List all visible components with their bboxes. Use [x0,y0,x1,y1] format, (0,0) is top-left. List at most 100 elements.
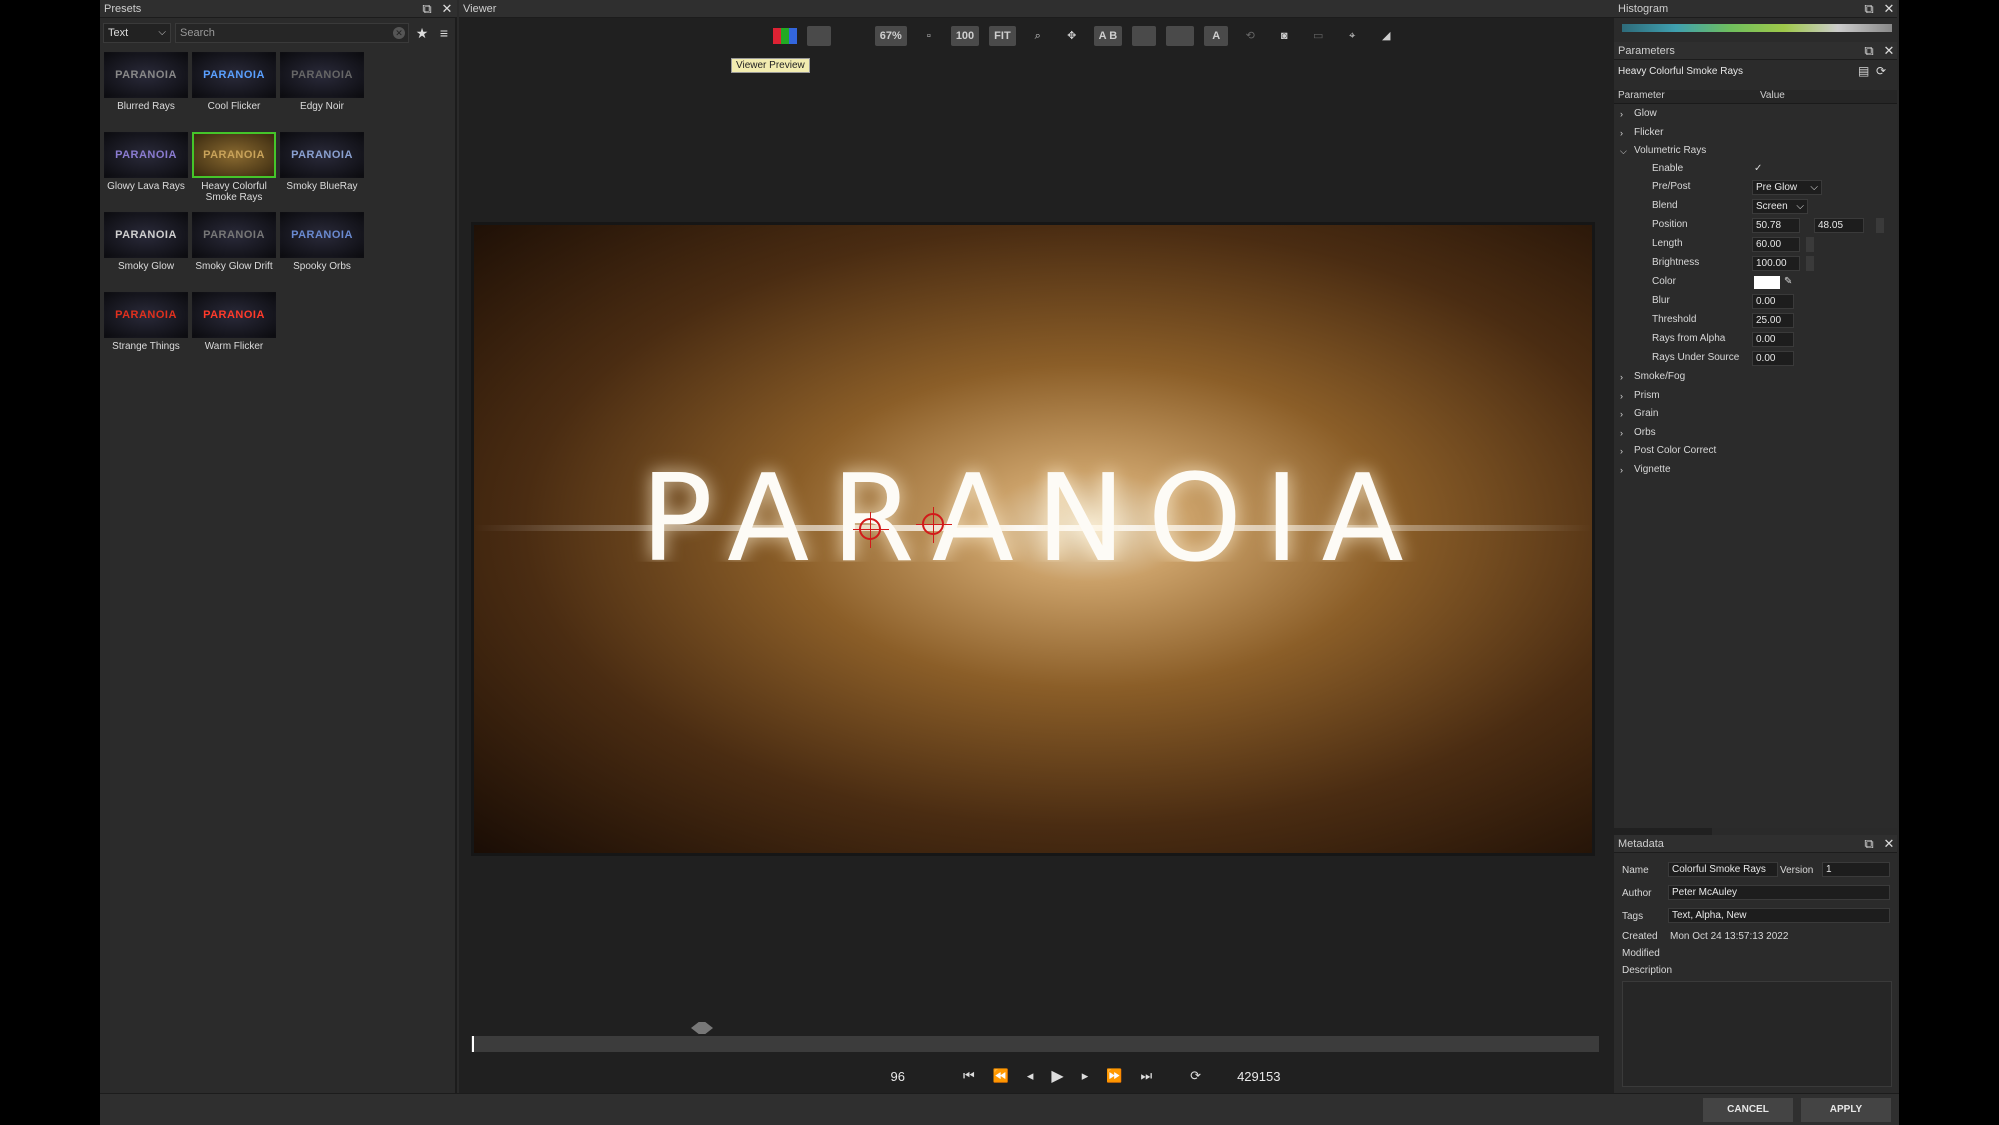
document-icon[interactable]: ▤ [1858,64,1869,78]
rgb-channels-icon[interactable] [772,28,797,44]
threshold-input[interactable]: 25.00 [1752,313,1794,328]
checkbox-checked-icon[interactable]: ✓ [1754,160,1762,178]
timeline-scrubber[interactable] [471,1036,1599,1052]
param-group[interactable]: › Vignette [1614,461,1897,479]
scrub-handle[interactable] [691,1022,713,1034]
param-group[interactable]: ⌵ Volumetric Rays [1614,142,1897,160]
camera-icon[interactable]: ◙ [1272,26,1296,46]
monitor-icon[interactable]: ▭ [1306,26,1330,46]
go-to-end-icon[interactable]: ⏭ [1140,1068,1152,1084]
param-group[interactable]: › Glow [1614,105,1897,123]
float-icon[interactable]: ⧉ [1862,43,1876,59]
menu-icon[interactable]: ≡ [435,23,453,43]
float-icon[interactable]: ⧉ [1862,1,1876,17]
position-x-input[interactable]: 50.78 [1752,218,1800,233]
ray-center-handle-icon[interactable] [916,507,952,543]
step-forward-icon[interactable]: ▸ [1082,1068,1089,1084]
blur-input[interactable]: 0.00 [1752,294,1794,309]
preset-tile[interactable]: PARANOIA Smoky BlueRay [280,132,364,208]
end-frame[interactable]: 429153 [1237,1069,1280,1084]
preview-canvas[interactable]: PARANOIA [471,222,1595,856]
preset-tile[interactable]: PARANOIA Heavy Colorful Smoke Rays [192,132,276,208]
current-frame[interactable]: 96 [891,1069,905,1084]
preset-tile[interactable]: PARANOIA Blurred Rays [104,52,188,128]
preset-tile[interactable]: PARANOIA Warm Flicker [192,292,276,368]
preset-tile[interactable]: PARANOIA Cool Flicker [192,52,276,128]
param-group[interactable]: › Grain [1614,405,1897,423]
chevron-right-icon[interactable]: › [1620,124,1623,142]
chevron-right-icon[interactable]: › [1620,461,1623,479]
chevron-right-icon[interactable]: › [1620,405,1623,423]
preset-tile[interactable]: PARANOIA Smoky Glow Drift [192,212,276,288]
split-view-icon[interactable] [1132,26,1157,46]
param-group[interactable]: › Orbs [1614,424,1897,442]
tags-field[interactable]: Text, Alpha, New [1668,908,1890,923]
chevron-down-icon[interactable]: ⌵ [1620,142,1627,160]
chevron-right-icon[interactable]: › [1620,442,1623,460]
prepost-select[interactable]: Pre Glow ⌵ [1752,180,1822,195]
param-group[interactable]: › Smoke/Fog [1614,368,1897,386]
crosshair-icon[interactable]: ⌖ [1340,26,1364,46]
preset-tile[interactable]: PARANOIA Smoky Glow [104,212,188,288]
zoom-100-button[interactable]: 100 [950,26,980,46]
float-icon[interactable]: ⧉ [420,1,434,17]
clear-search-icon[interactable]: ✕ [393,27,405,39]
magnifier-icon[interactable]: ⌕ [1026,26,1050,46]
chevron-right-icon[interactable]: › [1620,368,1623,386]
position-handle-icon[interactable] [853,512,889,548]
length-input[interactable]: 60.00 [1752,237,1800,252]
version-field[interactable]: 1 [1822,862,1890,877]
loop-mode-icon[interactable]: ⟳ [1190,1068,1201,1084]
zoom-step-icon[interactable]: ▫ [917,26,941,46]
chevron-right-icon[interactable]: › [1620,105,1623,123]
cancel-button[interactable]: CANCEL [1703,1098,1793,1122]
param-group[interactable]: › Prism [1614,387,1897,405]
preset-tile[interactable]: PARANOIA Spooky Orbs [280,212,364,288]
pan-icon[interactable]: ✥ [1060,26,1084,46]
step-back-icon[interactable]: ◂ [1027,1068,1034,1084]
length-keyframe-icon[interactable] [1806,237,1814,252]
close-icon[interactable]: ✕ [440,1,454,17]
close-icon[interactable]: ✕ [1882,43,1896,59]
favorite-star-icon[interactable]: ★ [413,23,431,43]
playhead[interactable] [472,1036,474,1052]
category-select[interactable]: Text ⌵ [103,23,171,43]
color-swatch[interactable] [1754,276,1780,289]
go-to-start-icon[interactable]: ⏮ [963,1068,975,1084]
rays-from-alpha-input[interactable]: 0.00 [1752,332,1794,347]
wipe-icon[interactable] [1166,26,1195,46]
float-icon[interactable]: ⧉ [1862,836,1876,852]
chevron-right-icon[interactable]: › [1620,387,1623,405]
close-icon[interactable]: ✕ [1882,1,1896,17]
zoom-value[interactable]: 67% [874,26,907,46]
play-icon[interactable]: ▶ [1051,1066,1063,1086]
ab-compare-button[interactable]: A B [1093,26,1123,46]
histogram-toggle-icon[interactable]: ◢ [1374,26,1398,46]
refresh-icon[interactable]: ⟳ [1876,64,1886,78]
apply-button[interactable]: APPLY [1801,1098,1891,1122]
fast-forward-icon[interactable]: ⏩ [1106,1068,1122,1084]
search-input[interactable]: Search ✕ [175,23,409,43]
loop-icon[interactable]: ⟲ [1238,26,1262,46]
description-field[interactable] [1622,981,1892,1087]
name-field[interactable]: Colorful Smoke Rays [1668,862,1778,877]
param-group[interactable]: › Post Color Correct [1614,442,1897,460]
viewer-preview-button[interactable] [806,26,831,46]
param-group[interactable]: › Flicker [1614,124,1897,142]
text-overlay-icon[interactable]: A [1204,26,1229,46]
preset-tile[interactable]: PARANOIA Glowy Lava Rays [104,132,188,208]
preset-tile[interactable]: PARANOIA Edgy Noir [280,52,364,128]
preset-tile[interactable]: PARANOIA Strange Things [104,292,188,368]
brightness-input[interactable]: 100.00 [1752,256,1800,271]
brightness-keyframe-icon[interactable] [1806,256,1814,271]
blend-select[interactable]: Screen ⌵ [1752,199,1808,214]
position-y-input[interactable]: 48.05 [1814,218,1864,233]
close-icon[interactable]: ✕ [1882,836,1896,852]
position-keyframe-icon[interactable] [1876,218,1884,233]
zoom-fit-button[interactable]: FIT [989,26,1016,46]
rewind-icon[interactable]: ⏪ [993,1068,1009,1084]
author-field[interactable]: Peter McAuley [1668,885,1890,900]
eyedropper-icon[interactable]: ✎ [1784,273,1792,291]
rays-under-source-input[interactable]: 0.00 [1752,351,1794,366]
chevron-right-icon[interactable]: › [1620,424,1623,442]
